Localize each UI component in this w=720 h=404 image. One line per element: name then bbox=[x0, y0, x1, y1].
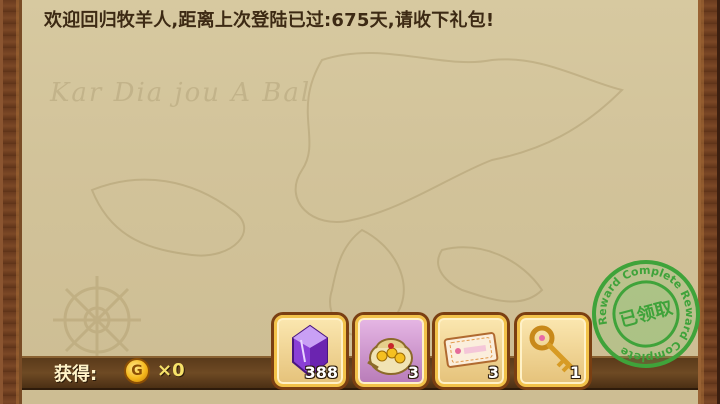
obtain-label: 获得: bbox=[54, 364, 98, 385]
coin-count: ×0 bbox=[157, 360, 185, 381]
reward-qty: 388 bbox=[304, 363, 338, 382]
reward-slot-purple-crystal[interactable]: 388 bbox=[274, 315, 346, 387]
left-wood-border bbox=[0, 0, 22, 404]
reward-slot-golden-key[interactable]: 1 bbox=[517, 315, 589, 387]
welcome-back-message: 欢迎回归牧羊人,距离上次登陆已过:675天,请收下礼包! bbox=[44, 10, 495, 31]
reward-slot-gold-bag[interactable]: 3 bbox=[355, 315, 427, 387]
reward-slot-ticket[interactable]: 3 bbox=[435, 315, 507, 387]
reward-qty: 3 bbox=[487, 363, 499, 382]
reward-window: Kar Dia jou A Bal 欢迎回归牧羊人,距离上次登陆已过:675天,… bbox=[0, 0, 720, 404]
map-script-text: Kar Dia jou A Bal bbox=[50, 78, 312, 108]
coin-symbol: G bbox=[131, 363, 143, 379]
reward-qty: 1 bbox=[569, 363, 581, 382]
gold-coin-icon: G bbox=[124, 358, 150, 384]
reward-qty: 3 bbox=[407, 363, 419, 382]
